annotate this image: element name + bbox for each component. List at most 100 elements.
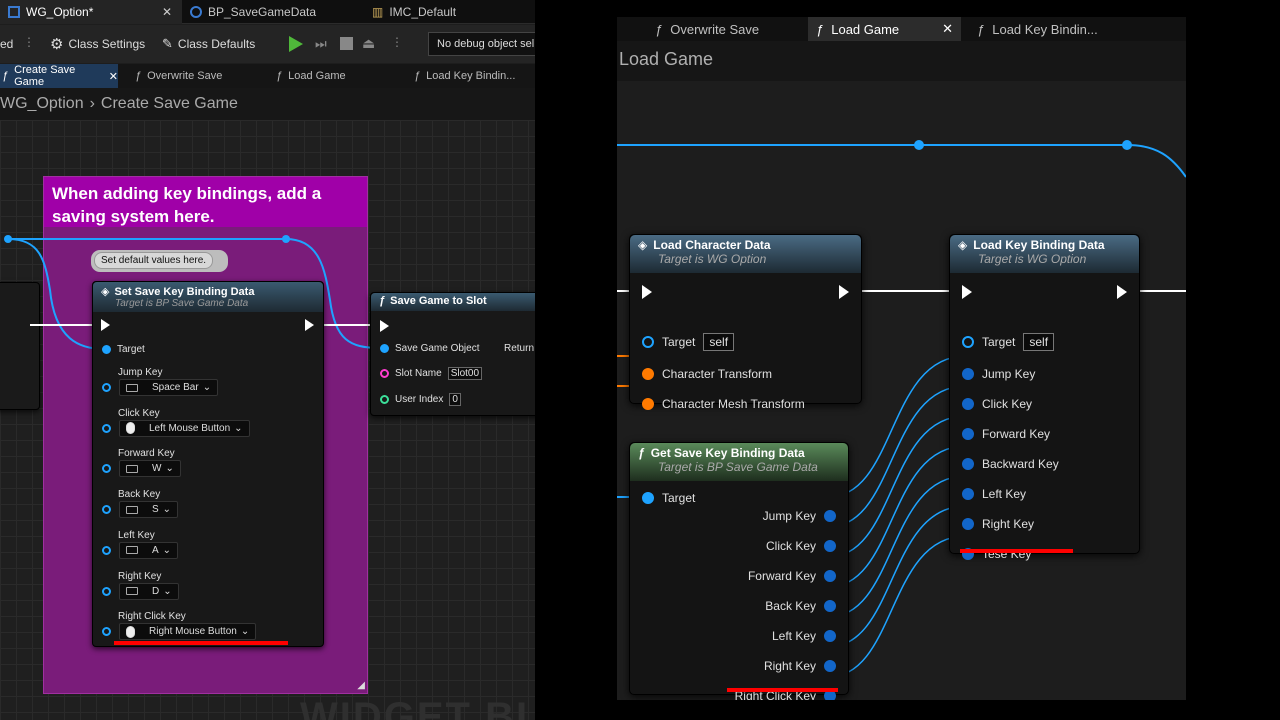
key-selector[interactable]: Right Mouse Button ⌄ — [119, 623, 257, 641]
function-icon: ƒ — [379, 295, 386, 307]
load-character-data-node[interactable]: ◈ Load Character Data Target is WG Optio… — [629, 234, 862, 411]
pin-dot — [380, 395, 389, 404]
key-input-pin[interactable]: Jump Key — [962, 366, 1035, 382]
pin-label: Right Key — [118, 570, 162, 582]
right-editor-panel: ƒ Overwrite Save ƒ Load Game ✕ ƒ Load Ke… — [617, 17, 1186, 700]
key-selector[interactable]: D ⌄ — [119, 582, 179, 600]
exec-in-pin[interactable] — [642, 285, 652, 299]
target-pin[interactable]: Target — [102, 344, 145, 355]
self-input[interactable]: self — [1023, 333, 1055, 351]
pin-label: Slot Name — [395, 368, 442, 379]
pin-dot — [642, 368, 654, 380]
save-game-to-slot-node[interactable]: ƒ Save Game to Slot Save Game Object Ret… — [370, 292, 535, 416]
function-icon: ƒ — [638, 446, 645, 460]
exec-out-pin[interactable] — [1117, 285, 1127, 299]
keyboard-icon — [126, 383, 138, 392]
red-highlight-tese-key — [960, 549, 1073, 553]
pin-label: Forward Key — [982, 427, 1051, 441]
exec-out-pin[interactable] — [839, 285, 849, 299]
key-output-pin[interactable]: Jump Key — [763, 508, 836, 524]
chevron-down-icon: ⌄ — [162, 544, 172, 556]
key-pin[interactable]: Click Key Left Mouse Button ⌄ — [102, 408, 250, 437]
pin-label: Target — [117, 344, 145, 355]
self-input[interactable]: self — [703, 333, 735, 351]
character-mesh-transform-pin[interactable]: Character Mesh Transform — [642, 396, 805, 412]
key-selector[interactable]: Space Bar ⌄ — [119, 379, 219, 396]
node-header: ◈ Set Save Key Binding Data Target is BP… — [93, 282, 323, 312]
pin-dot — [824, 600, 836, 612]
pin-label: Character Mesh Transform — [662, 397, 805, 411]
reroute-node[interactable] — [282, 235, 290, 243]
key-input-pin[interactable]: Backward Key — [962, 456, 1059, 472]
node-title: ◈ Load Character Data — [638, 238, 853, 252]
pin-label: User Index — [395, 394, 444, 405]
pin-label: Left Key — [982, 487, 1027, 501]
keyboard-icon — [126, 505, 138, 514]
key-value: Right Mouse Button — [149, 626, 237, 638]
key-pin[interactable]: Left Key A ⌄ — [102, 530, 179, 559]
user-index-input[interactable]: 0 — [449, 393, 461, 406]
pin-dot — [642, 336, 654, 348]
key-output-pin[interactable]: Click Key — [766, 538, 836, 554]
exec-out-pin[interactable] — [305, 319, 314, 331]
key-selector[interactable]: S ⌄ — [119, 501, 179, 519]
key-input-pin[interactable]: Right Key — [962, 516, 1034, 532]
red-highlight-left — [114, 641, 288, 645]
key-input-pin[interactable]: Forward Key — [962, 426, 1050, 442]
reroute-node[interactable] — [4, 235, 12, 243]
character-transform-pin[interactable]: Character Transform — [642, 366, 772, 382]
set-save-key-binding-node[interactable]: ◈ Set Save Key Binding Data Target is BP… — [92, 281, 324, 647]
key-value: A — [152, 544, 159, 556]
key-selector[interactable]: Left Mouse Button ⌄ — [119, 419, 250, 437]
key-selector[interactable]: W ⌄ — [119, 460, 181, 478]
key-output-pin[interactable]: Forward Key — [748, 568, 836, 584]
key-output-pin[interactable]: Left Key — [772, 628, 836, 644]
reroute-node[interactable] — [914, 140, 924, 150]
node-title: ƒ Save Game to Slot — [379, 295, 535, 307]
target-pin[interactable]: Target — [642, 490, 695, 506]
red-highlight-right-click-key — [727, 688, 838, 692]
key-output-pin[interactable]: Back Key — [765, 598, 836, 614]
pin-label: Click Key — [765, 539, 816, 553]
key-pin[interactable]: Right Key D ⌄ — [102, 571, 179, 600]
return-pin[interactable]: Return — [504, 343, 534, 354]
pin-dot — [102, 505, 111, 515]
pin-label: Forward Key — [118, 448, 175, 460]
node-header: ƒ Get Save Key Binding Data Target is BP… — [630, 443, 848, 481]
exec-in-pin[interactable] — [101, 319, 110, 331]
chevron-down-icon: ⌄ — [163, 585, 172, 597]
reroute-node[interactable] — [1122, 140, 1132, 150]
user-index-pin[interactable]: User Index 0 — [380, 393, 461, 406]
save-game-object-pin[interactable]: Save Game Object — [380, 343, 479, 354]
exec-in-pin[interactable] — [962, 285, 972, 299]
key-pin[interactable]: Right Click Key Right Mouse Button ⌄ — [102, 611, 257, 641]
target-pin[interactable]: Target self — [962, 333, 1055, 351]
key-input-pin[interactable]: Left Key — [962, 486, 1026, 502]
slot-name-input[interactable]: Slot00 — [447, 367, 483, 380]
target-pin[interactable]: Target self — [642, 333, 735, 351]
exec-in-pin[interactable] — [380, 320, 389, 332]
pin-label: Target — [982, 335, 1016, 349]
key-output-pin[interactable]: Right Key — [764, 658, 836, 674]
key-pin[interactable]: Jump Key Space Bar ⌄ — [102, 367, 219, 396]
pin-label: Return — [504, 343, 535, 354]
get-save-key-binding-node[interactable]: ƒ Get Save Key Binding Data Target is BP… — [629, 442, 849, 700]
pin-dot — [824, 510, 836, 522]
node-title-text: Load Key Binding Data — [973, 238, 1105, 252]
mouse-icon — [126, 422, 135, 435]
mouse-icon — [126, 625, 135, 638]
load-key-binding-data-node[interactable]: ◈ Load Key Binding Data Target is WG Opt… — [949, 234, 1140, 561]
key-pin[interactable]: Forward Key W ⌄ — [102, 448, 181, 478]
slot-name-pin[interactable]: Slot Name Slot00 — [380, 367, 483, 380]
node-header: ◈ Load Key Binding Data Target is WG Opt… — [950, 235, 1139, 273]
chevron-down-icon: ⌄ — [162, 504, 172, 516]
key-input-pin[interactable]: Click Key — [962, 396, 1032, 412]
function-call-icon: ◈ — [638, 238, 648, 252]
key-pin[interactable]: Back Key S ⌄ — [102, 489, 179, 519]
chevron-down-icon: ⌄ — [240, 626, 250, 638]
pin-dot — [824, 660, 836, 672]
key-selector[interactable]: A ⌄ — [119, 541, 179, 559]
pin-dot — [642, 492, 654, 504]
pin-dot — [102, 345, 111, 354]
pin-label: Jump Key — [762, 509, 816, 523]
